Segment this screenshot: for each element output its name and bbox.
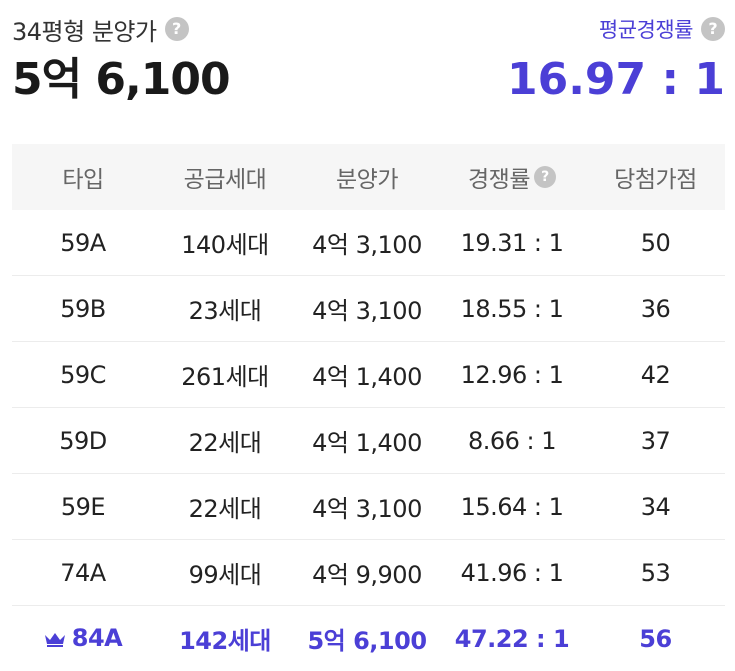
cell-competition-rate: 8.66 : 1 xyxy=(438,408,586,474)
table-row: 59D 22세대 4억 1,400 8.66 : 1 37 xyxy=(12,408,725,474)
cell-winning-score: 37 xyxy=(586,408,725,474)
cell-competition-rate: 12.96 : 1 xyxy=(438,342,586,408)
cell-price: 4억 3,100 xyxy=(296,474,438,540)
cell-winning-score: 34 xyxy=(586,474,725,540)
cell-competition-rate: 41.96 : 1 xyxy=(438,540,586,606)
cell-type: 59D xyxy=(12,408,154,474)
table-row-highlighted: 84A 142세대 5억 6,100 47.22 : 1 56 xyxy=(12,606,725,671)
table-row: 59B 23세대 4억 3,100 18.55 : 1 36 xyxy=(12,276,725,342)
cell-winning-score: 50 xyxy=(586,210,725,276)
cell-price: 4억 3,100 xyxy=(296,276,438,342)
table-header: 타입 공급세대 분양가 경쟁률 ? 당첨가점 xyxy=(12,144,725,210)
cell-competition-rate: 18.55 : 1 xyxy=(438,276,586,342)
cell-price: 4억 1,400 xyxy=(296,408,438,474)
cell-type: 59B xyxy=(12,276,154,342)
cell-type: 59C xyxy=(12,342,154,408)
cell-winning-score: 42 xyxy=(586,342,725,408)
cell-supply-units: 261세대 xyxy=(154,342,296,408)
rate-value: 16.97 : 1 xyxy=(507,58,725,102)
cell-type: 59A xyxy=(12,210,154,276)
cell-supply-units: 22세대 xyxy=(154,474,296,540)
cell-price: 4억 1,400 xyxy=(296,342,438,408)
cell-winning-score: 56 xyxy=(586,606,725,671)
cell-supply-units: 99세대 xyxy=(154,540,296,606)
cell-supply-units: 22세대 xyxy=(154,408,296,474)
header-price: 분양가 xyxy=(296,144,438,210)
table-body: 59A 140세대 4억 3,100 19.31 : 1 50 59B 23세대… xyxy=(12,210,725,671)
price-block: 34평형 분양가 ? 5억 6,100 xyxy=(12,12,230,102)
price-competition-panel: 34평형 분양가 ? 5억 6,100 평균경쟁률 ? 16.97 : 1 타입… xyxy=(0,0,735,656)
cell-supply-units: 23세대 xyxy=(154,276,296,342)
cell-winning-score: 36 xyxy=(586,276,725,342)
rate-label-row: 평균경쟁률 ? xyxy=(507,12,725,46)
cell-price: 4억 3,100 xyxy=(296,210,438,276)
cell-competition-rate: 19.31 : 1 xyxy=(438,210,586,276)
table-row: 59A 140세대 4억 3,100 19.31 : 1 50 xyxy=(12,210,725,276)
cell-type: 59E xyxy=(12,474,154,540)
cell-competition-rate: 15.64 : 1 xyxy=(438,474,586,540)
price-value: 5억 6,100 xyxy=(12,58,230,102)
header-competition-rate-label: 경쟁률 xyxy=(468,160,530,194)
table-row: 74A 99세대 4억 9,900 41.96 : 1 53 xyxy=(12,540,725,606)
cell-type: 74A xyxy=(12,540,154,606)
help-circle-icon[interactable]: ? xyxy=(534,166,556,188)
rate-label: 평균경쟁률 xyxy=(599,14,693,44)
cell-supply-units: 140세대 xyxy=(154,210,296,276)
table-row: 59C 261세대 4억 1,400 12.96 : 1 42 xyxy=(12,342,725,408)
summary-section: 34평형 분양가 ? 5억 6,100 평균경쟁률 ? 16.97 : 1 xyxy=(0,0,735,140)
cell-supply-units: 142세대 xyxy=(154,606,296,671)
price-label-row: 34평형 분양가 ? xyxy=(12,12,230,46)
rate-block: 평균경쟁률 ? 16.97 : 1 xyxy=(507,12,725,102)
header-supply-units: 공급세대 xyxy=(154,144,296,210)
header-type: 타입 xyxy=(12,144,154,210)
help-circle-icon[interactable]: ? xyxy=(701,17,725,41)
header-winning-score: 당첨가점 xyxy=(586,144,725,210)
cell-winning-score: 53 xyxy=(586,540,725,606)
cell-price: 5억 6,100 xyxy=(296,606,438,671)
unit-type-table: 타입 공급세대 분양가 경쟁률 ? 당첨가점 59A 140세대 4억 3,10… xyxy=(12,144,725,671)
cell-type-label: 84A xyxy=(72,624,122,652)
help-circle-icon[interactable]: ? xyxy=(165,17,189,41)
cell-type: 84A xyxy=(12,606,154,671)
price-label: 34평형 분양가 xyxy=(12,12,157,47)
crown-icon xyxy=(44,625,66,653)
cell-price: 4억 9,900 xyxy=(296,540,438,606)
header-row: 타입 공급세대 분양가 경쟁률 ? 당첨가점 xyxy=(12,144,725,210)
header-competition-rate: 경쟁률 ? xyxy=(438,144,586,210)
table-row: 59E 22세대 4억 3,100 15.64 : 1 34 xyxy=(12,474,725,540)
cell-competition-rate: 47.22 : 1 xyxy=(438,606,586,671)
